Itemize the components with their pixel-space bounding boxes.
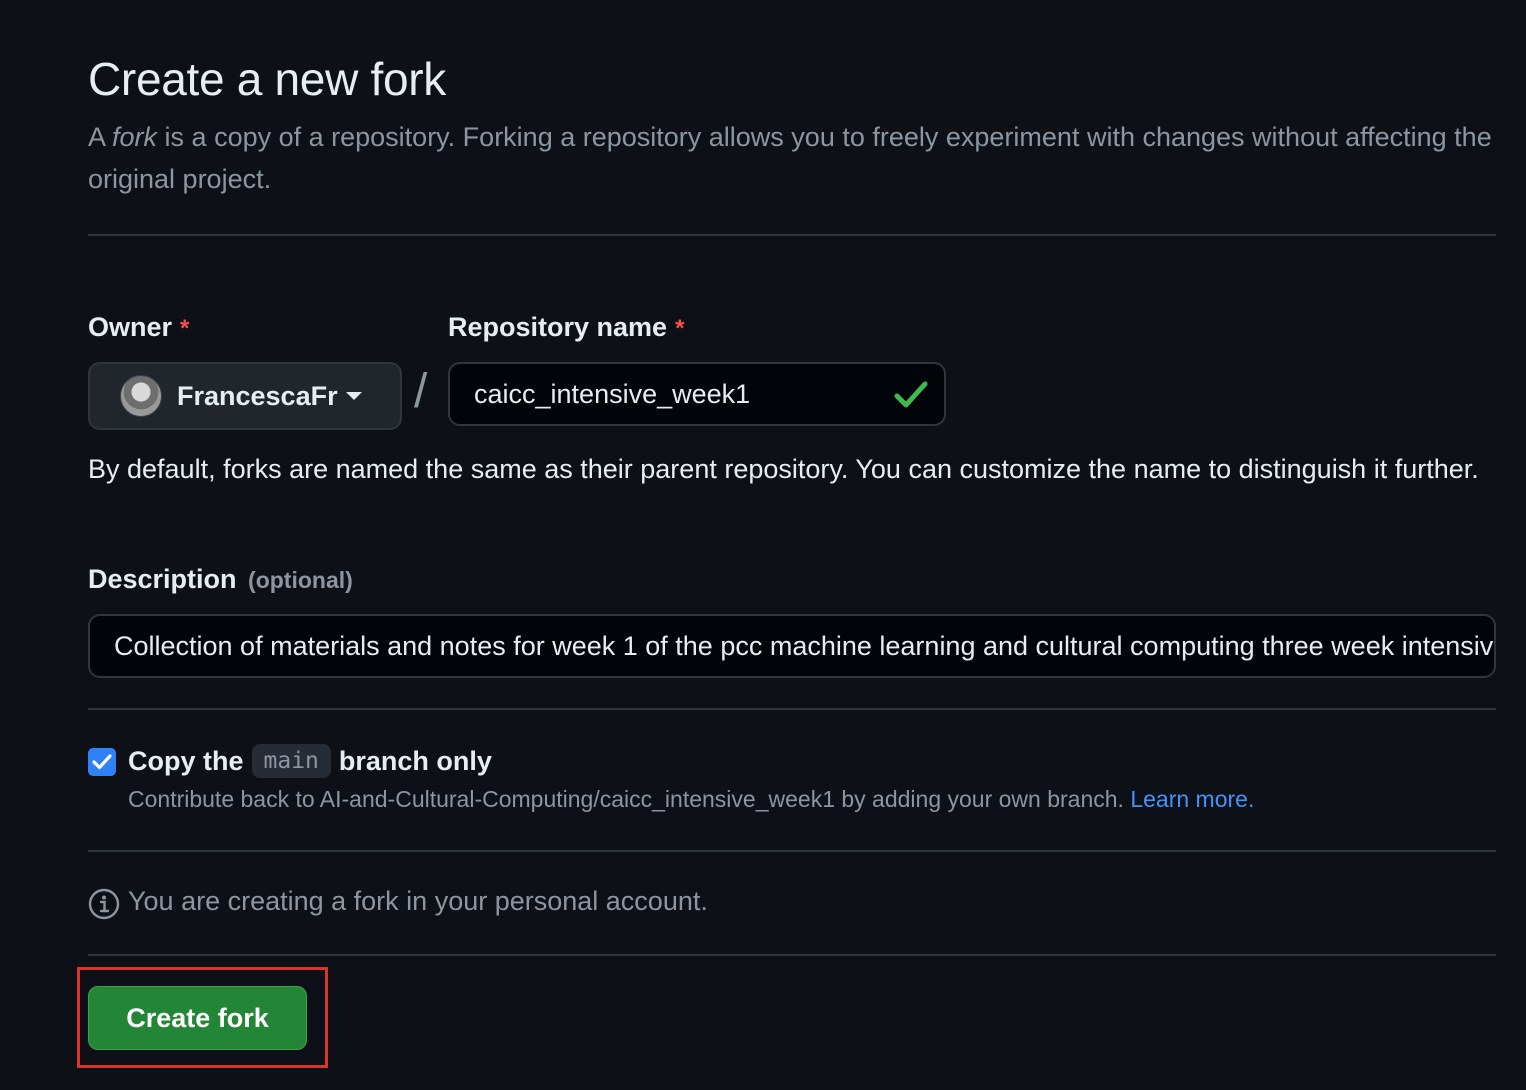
personal-account-info: You are creating a fork in your personal… xyxy=(128,886,708,916)
owner-repo-separator: / xyxy=(414,365,428,418)
create-fork-page: Create a new fork A fork is a copy of a … xyxy=(0,0,1526,1090)
intro-fork-word: fork xyxy=(112,122,158,152)
copy-branch-prefix: Copy the xyxy=(128,745,244,776)
info-icon xyxy=(88,888,120,920)
check-icon xyxy=(894,381,928,408)
divider xyxy=(88,850,1496,852)
owner-name: FrancescaFr xyxy=(177,380,338,411)
caret-down-icon xyxy=(345,392,362,400)
repository-name-input[interactable]: caicc_intensive_week1 xyxy=(448,362,946,426)
page-title: Create a new fork xyxy=(88,53,446,105)
optional-hint: (optional) xyxy=(248,567,353,593)
owner-select-button[interactable]: FrancescaFr xyxy=(88,362,402,430)
create-fork-button[interactable]: Create fork xyxy=(88,986,307,1050)
repository-name-value: caicc_intensive_week1 xyxy=(474,378,751,409)
divider xyxy=(88,234,1496,236)
description-value: Collection of materials and notes for we… xyxy=(114,630,1496,661)
copy-branch-description: Contribute back to AI-and-Cultural-Compu… xyxy=(128,786,1254,813)
description-label: Description (optional) xyxy=(88,564,353,595)
owner-label-text: Owner xyxy=(88,312,173,342)
copy-branch-suffix: branch only xyxy=(338,745,492,776)
divider xyxy=(88,954,1496,956)
repository-name-label-text: Repository name xyxy=(448,312,668,342)
name-help-text: By default, forks are named the same as … xyxy=(88,454,1479,484)
description-label-text: Description xyxy=(88,564,237,594)
required-mark: * xyxy=(675,315,685,342)
branch-name-code: main xyxy=(251,744,331,778)
intro-rest: is a copy of a repository. Forking a rep… xyxy=(88,122,1492,194)
owner-label: Owner * xyxy=(88,312,189,343)
divider xyxy=(88,708,1496,710)
description-input[interactable]: Collection of materials and notes for we… xyxy=(88,614,1496,678)
copy-branch-label[interactable]: Copy the main branch only xyxy=(128,744,492,778)
required-mark: * xyxy=(180,315,190,342)
copy-branch-sub-text: Contribute back to AI-and-Cultural-Compu… xyxy=(128,786,1124,812)
avatar xyxy=(120,375,162,417)
intro-text: A fork is a copy of a repository. Forkin… xyxy=(88,116,1498,200)
learn-more-link[interactable]: Learn more. xyxy=(1130,786,1254,812)
intro-prefix: A xyxy=(88,122,113,152)
repository-name-label: Repository name * xyxy=(448,312,684,343)
copy-main-branch-checkbox[interactable] xyxy=(88,748,116,776)
checkmark-icon xyxy=(92,754,112,770)
